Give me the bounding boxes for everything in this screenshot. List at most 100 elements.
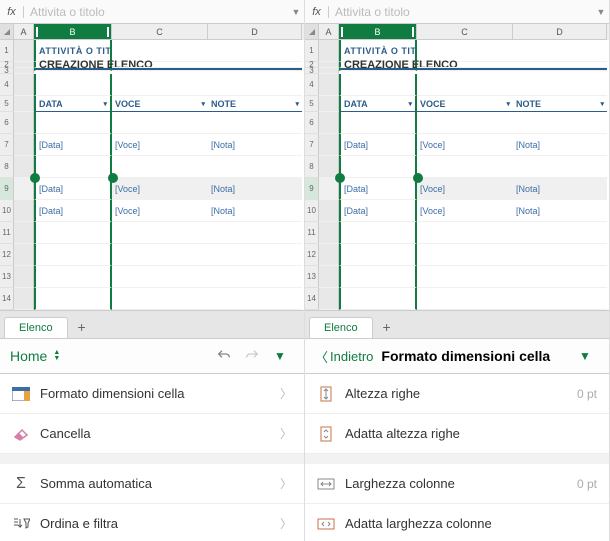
cell[interactable]: [Voce] (417, 134, 513, 156)
select-all-corner[interactable] (0, 24, 14, 40)
cell[interactable]: [Voce] (417, 200, 513, 222)
row-header[interactable]: 12 (305, 244, 319, 266)
col-header-b[interactable]: B (339, 24, 417, 40)
collapse-ribbon-icon[interactable]: ▼ (571, 342, 599, 370)
formula-input[interactable]: Attivita o titolo (329, 0, 593, 23)
row-header[interactable]: 1 (305, 40, 319, 62)
header-data[interactable]: DATA▾ (34, 96, 112, 112)
col-width-value: 0 pt (577, 477, 597, 491)
col-header-b[interactable]: B (34, 24, 112, 40)
selection-handle-icon[interactable] (30, 173, 40, 183)
row-header[interactable]: 9 (305, 178, 319, 200)
cell[interactable]: [Data] (34, 200, 112, 222)
row-header[interactable]: 14 (0, 288, 14, 310)
formula-dropdown-icon[interactable]: ▼ (288, 7, 304, 17)
spreadsheet-grid[interactable]: A B C D 1 ATTIVITÀ O TITOLO 2 CREAZIONE … (0, 24, 304, 310)
cell-size-menu: Altezza righe0 pt Adatta altezza righe L… (305, 374, 609, 541)
cell[interactable]: [Voce] (417, 178, 513, 200)
row-header[interactable]: 9 (0, 178, 14, 200)
home-tab[interactable]: Home ▲▼ (10, 348, 60, 364)
row-header[interactable]: 4 (0, 74, 14, 96)
row-header[interactable]: 14 (305, 288, 319, 310)
col-header-c[interactable]: C (417, 24, 513, 40)
menu-altezza-righe[interactable]: Altezza righe0 pt (305, 374, 609, 414)
back-button[interactable]: 〈 Indietro (315, 347, 373, 366)
col-header-d[interactable]: D (208, 24, 302, 40)
header-voce[interactable]: VOCE▾ (112, 96, 208, 112)
row-header[interactable]: 6 (305, 112, 319, 134)
col-header-a[interactable]: A (14, 24, 34, 40)
header-note[interactable]: NOTE▾ (208, 96, 302, 112)
selected-cell[interactable]: [Data] (339, 178, 417, 200)
fx-icon[interactable]: fx (0, 6, 24, 18)
cell[interactable]: [Nota] (513, 134, 607, 156)
selection-handle-icon[interactable] (335, 173, 345, 183)
row-header[interactable]: 1 (0, 40, 14, 62)
cell[interactable]: [Data] (34, 134, 112, 156)
fx-icon[interactable]: fx (305, 6, 329, 18)
cell[interactable]: [Data] (339, 200, 417, 222)
cell[interactable]: [Voce] (112, 134, 208, 156)
cell[interactable]: [Nota] (208, 178, 302, 200)
row-height-icon (317, 385, 335, 403)
formula-dropdown-icon[interactable]: ▼ (593, 7, 609, 17)
column-headers: A B C D (0, 24, 304, 40)
selection-handle-icon[interactable] (413, 173, 423, 183)
selected-cell[interactable]: [Data] (34, 178, 112, 200)
col-header-a[interactable]: A (319, 24, 339, 40)
chevron-left-icon: 〈 (315, 347, 328, 366)
menu-adatta-larghezza[interactable]: Adatta larghezza colonne (305, 504, 609, 541)
redo-button[interactable] (238, 342, 266, 370)
selection-handle-icon[interactable] (108, 173, 118, 183)
sheet-tab-elenco[interactable]: Elenco (4, 317, 68, 338)
row-header[interactable]: 8 (305, 156, 319, 178)
row-header[interactable]: 10 (0, 200, 14, 222)
menu-adatta-altezza[interactable]: Adatta altezza righe (305, 414, 609, 454)
row-header[interactable]: 13 (0, 266, 14, 288)
menu-cancella[interactable]: Cancella〉 (0, 414, 304, 454)
row-11: 11 (0, 222, 304, 244)
row-header[interactable]: 8 (0, 156, 14, 178)
add-sheet-button[interactable]: + (375, 316, 399, 338)
add-sheet-button[interactable]: + (70, 316, 94, 338)
row-header[interactable]: 7 (305, 134, 319, 156)
cell[interactable]: [Nota] (208, 134, 302, 156)
header-note[interactable]: NOTE▾ (513, 96, 607, 112)
col-header-d[interactable]: D (513, 24, 607, 40)
row-header[interactable]: 6 (0, 112, 14, 134)
menu-somma-automatica[interactable]: Σ Somma automatica〉 (0, 464, 304, 504)
col-width-icon (317, 475, 335, 493)
row-10: 10 [Data] [Voce] [Nota] (0, 200, 304, 222)
row-header[interactable]: 11 (0, 222, 14, 244)
cell[interactable]: [Nota] (513, 200, 607, 222)
row-header[interactable]: 13 (305, 266, 319, 288)
cell[interactable]: [Nota] (513, 178, 607, 200)
cell-size-icon (12, 385, 30, 403)
toolbar-title: Formato dimensioni cella (381, 348, 550, 364)
row-header[interactable]: 12 (0, 244, 14, 266)
select-all-corner[interactable] (305, 24, 319, 40)
row-header[interactable]: 10 (305, 200, 319, 222)
formula-input[interactable]: Attivita o titolo (24, 0, 288, 23)
cell[interactable]: [Nota] (208, 200, 302, 222)
menu-larghezza-colonne[interactable]: Larghezza colonne0 pt (305, 464, 609, 504)
row-height-value: 0 pt (577, 387, 597, 401)
header-voce[interactable]: VOCE▾ (417, 96, 513, 112)
sheet-tab-elenco[interactable]: Elenco (309, 317, 373, 338)
menu-ordina-filtra[interactable]: Ordina e filtra〉 (0, 504, 304, 541)
row-header[interactable]: 11 (305, 222, 319, 244)
cell[interactable]: [Data] (339, 134, 417, 156)
row-header[interactable]: 5 (305, 96, 319, 112)
cell[interactable]: [Voce] (112, 200, 208, 222)
spreadsheet-grid[interactable]: A B C D 1ATTIVITÀ O TITOLO 2CREAZIONE EL… (305, 24, 609, 310)
row-header[interactable]: 7 (0, 134, 14, 156)
menu-formato-dimensioni[interactable]: Formato dimensioni cella〉 (0, 374, 304, 414)
row-header[interactable]: 5 (0, 96, 14, 112)
cell[interactable]: [Voce] (112, 178, 208, 200)
formula-bar: fx Attivita o titolo ▼ (305, 0, 609, 24)
collapse-ribbon-icon[interactable]: ▼ (266, 342, 294, 370)
col-header-c[interactable]: C (112, 24, 208, 40)
undo-button[interactable] (210, 342, 238, 370)
row-header[interactable]: 4 (305, 74, 319, 96)
header-data[interactable]: DATA▾ (339, 96, 417, 112)
